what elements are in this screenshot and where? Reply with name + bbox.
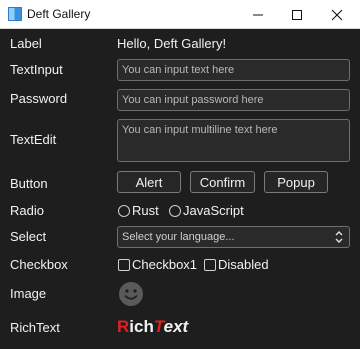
popup-button[interactable]: Popup (264, 171, 328, 193)
smiley-face-icon (119, 282, 143, 306)
title-bar[interactable]: Deft Gallery (0, 0, 360, 29)
radio-rust-label[interactable]: Rust (132, 203, 159, 218)
close-icon (331, 9, 343, 20)
checkbox-row-label: Checkbox (10, 257, 68, 272)
rich-text-t: T (153, 317, 164, 336)
minimize-icon (253, 14, 263, 15)
password-row-label: Password (10, 91, 68, 106)
textinput-row-label: TextInput (10, 62, 63, 77)
alert-button[interactable]: Alert (117, 171, 181, 193)
rich-text-r: R (117, 317, 130, 336)
language-select[interactable]: Select your language... (117, 226, 350, 248)
text-edit[interactable]: You can input multiline text here (117, 119, 350, 162)
app-icon (8, 7, 22, 21)
password-input[interactable]: You can input password here (117, 89, 350, 111)
rich-text-ext: ext (163, 317, 189, 336)
text-input[interactable]: You can input text here (117, 59, 350, 81)
text-edit-placeholder: You can input multiline text here (122, 124, 278, 136)
radio-javascript[interactable] (169, 205, 181, 217)
label-value: Hello, Deft Gallery! (117, 36, 227, 51)
rich-text: RichText (117, 317, 188, 337)
minimize-button[interactable] (241, 0, 275, 29)
language-select-value: Select your language... (122, 231, 235, 243)
password-input-placeholder: You can input password here (122, 94, 264, 106)
text-input-placeholder: You can input text here (122, 64, 235, 76)
confirm-button[interactable]: Confirm (190, 171, 255, 193)
window-title: Deft Gallery (27, 7, 91, 21)
close-button[interactable] (320, 0, 354, 29)
checkbox-1-label[interactable]: Checkbox1 (132, 257, 197, 272)
rich-text-ich: ich (129, 317, 154, 336)
button-row-label: Button (10, 176, 48, 191)
app-window: Deft Gallery Label TextInput Password Te… (0, 0, 360, 349)
maximize-button[interactable] (280, 0, 314, 29)
maximize-icon (292, 9, 302, 20)
label-row-label: Label (10, 36, 42, 51)
chevron-updown-icon (335, 231, 343, 243)
image-row-label: Image (10, 286, 47, 301)
radio-javascript-label[interactable]: JavaScript (183, 203, 244, 218)
checkbox-disabled-label[interactable]: Disabled (218, 257, 269, 272)
richtext-row-label: RichText (10, 320, 60, 335)
checkbox-disabled[interactable] (204, 259, 216, 271)
radio-row-label: Radio (10, 203, 44, 218)
checkbox-1[interactable] (118, 259, 130, 271)
select-row-label: Select (10, 229, 47, 244)
textedit-row-label: TextEdit (10, 132, 57, 147)
radio-rust[interactable] (118, 205, 130, 217)
